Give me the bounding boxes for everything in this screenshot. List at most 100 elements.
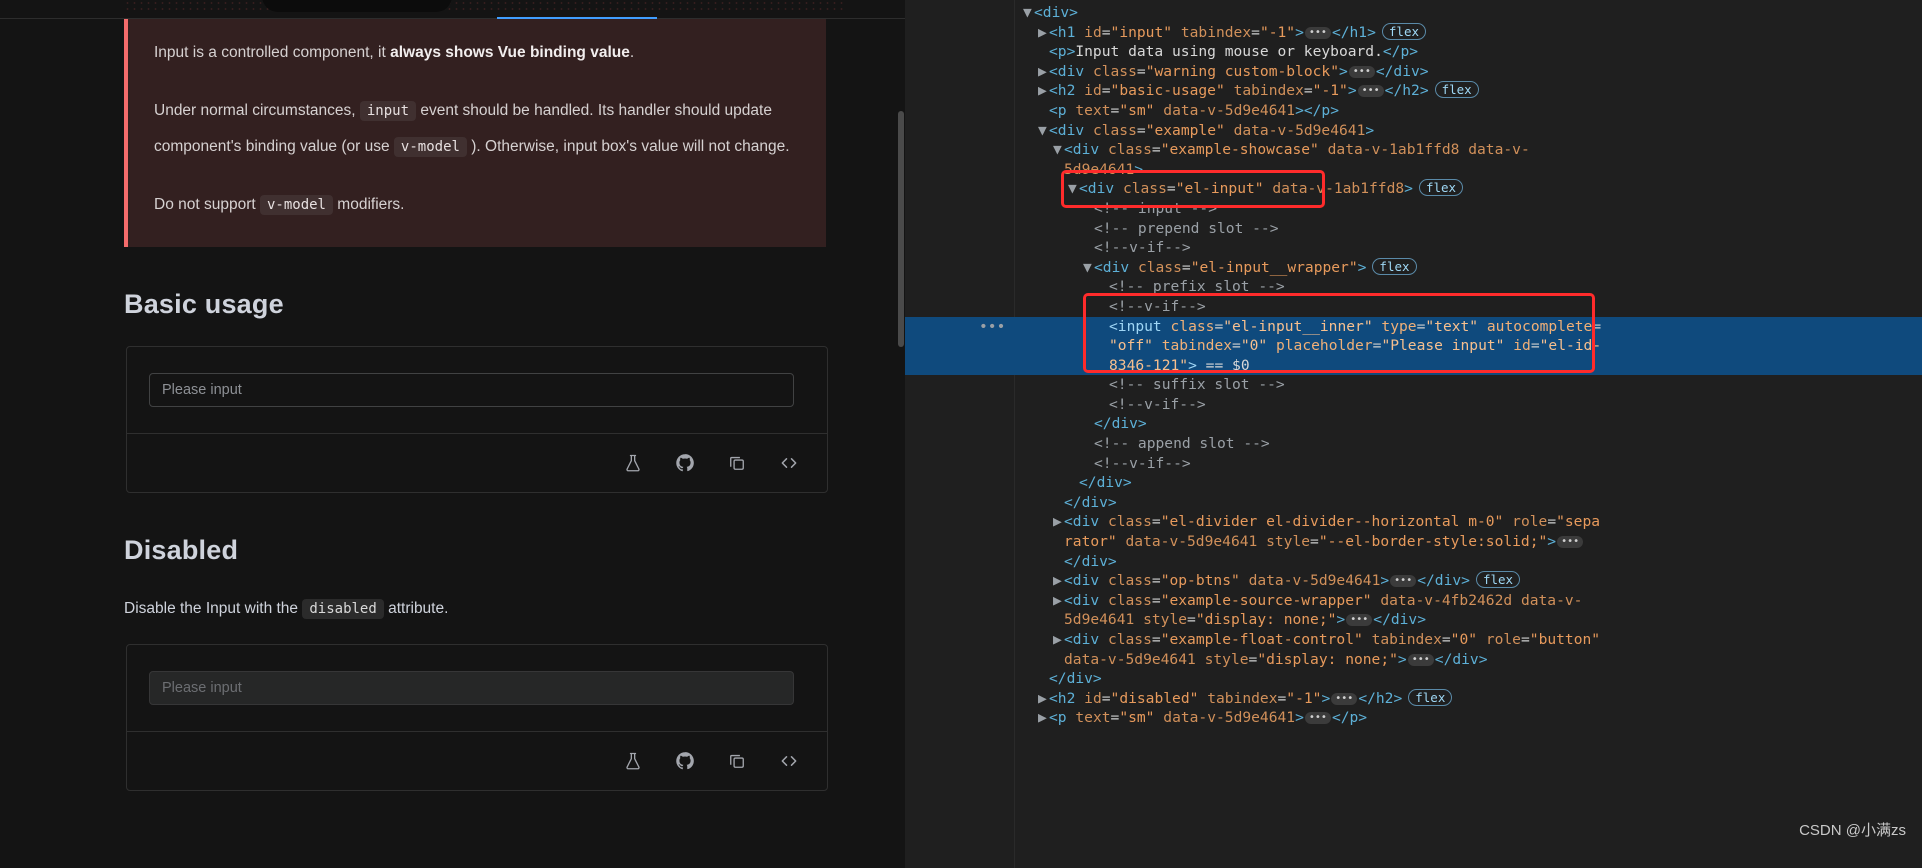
- github-icon[interactable]: [675, 453, 695, 473]
- page-scrollbar[interactable]: [897, 19, 905, 868]
- docs-content: Input is a controlled component, it alwa…: [0, 19, 905, 791]
- warning-paragraph-1: Input is a controlled component, it alwa…: [154, 35, 800, 71]
- flask-icon[interactable]: [623, 453, 643, 473]
- page-top-strip: [0, 0, 905, 18]
- dom-tree-row[interactable]: </div>: [905, 414, 1922, 434]
- disclosure-triangle-icon[interactable]: ▶: [1038, 62, 1049, 82]
- watermark-label: CSDN @小满zs: [1799, 822, 1906, 839]
- warning-paragraph-2: Under normal circumstances, input event …: [154, 93, 800, 165]
- dom-tree-row[interactable]: ▶ <h2 id="disabled" tabindex="-1"> ••• </h2…: [905, 688, 1922, 709]
- warning-text-3b: modifiers.: [333, 196, 405, 213]
- disclosure-triangle-icon[interactable]: ▶: [1038, 689, 1049, 709]
- dom-tree-row[interactable]: rator" data-v-5d9e4641 style="--el-borde…: [905, 532, 1922, 552]
- disclosure-triangle-icon[interactable]: ▶: [1053, 512, 1064, 532]
- dom-tree-row[interactable]: data-v-5d9e4641 style="display: none;"> •…: [905, 650, 1922, 670]
- expand-dots-icon[interactable]: •••: [979, 317, 1005, 337]
- devtools-elements-panel: ▼ <div> ▶ <h1 id="input" tabindex="-1"> ••• <…: [905, 0, 1922, 868]
- heading-disabled: Disabled: [124, 535, 239, 565]
- warning-text-3a: Do not support: [154, 196, 260, 213]
- dom-tree-row[interactable]: ▶ <div class="el-divider el-divider--hori…: [905, 512, 1922, 532]
- dom-tree-row[interactable]: ▼ <div class="example" data-v-5d9e4641>: [905, 121, 1922, 141]
- inline-code-disabled: disabled: [302, 599, 384, 619]
- example-card-basic-usage: Please input: [126, 346, 828, 493]
- disabled-input-placeholder: Please input: [162, 680, 242, 696]
- dom-tree-row[interactable]: <!--v-if-->: [905, 454, 1922, 474]
- dom-tree-row[interactable]: "off" tabindex="0" placeholder="Please i…: [905, 336, 1922, 356]
- dom-tree-row[interactable]: ▶ <h2 id="basic-usage" tabindex="-1"> ••• <…: [905, 81, 1922, 101]
- inline-code-vmodel: v-model: [393, 137, 467, 157]
- inline-code-vmodel-2: v-model: [259, 195, 333, 215]
- warning-custom-block: Input is a controlled component, it alwa…: [124, 19, 826, 247]
- dom-tree-row[interactable]: </div>: [905, 669, 1922, 689]
- dom-tree-row[interactable]: <!--v-if-->: [905, 395, 1922, 415]
- copy-icon[interactable]: [727, 453, 747, 473]
- disclosure-triangle-icon[interactable]: ▼: [1053, 140, 1064, 160]
- dom-tree-row[interactable]: ▼ <div class="el-input__wrapper"> flex: [905, 257, 1922, 278]
- op-btns-disabled: [127, 732, 827, 790]
- dom-tree-row[interactable]: ▶ <p text="sm" data-v-5d9e4641> ••• </p>: [905, 708, 1922, 728]
- dom-tree-row[interactable]: ▶ <div class="example-float-control" tabi…: [905, 630, 1922, 650]
- dom-tree-row[interactable]: <!--v-if-->: [905, 297, 1922, 317]
- flask-icon-disabled-example[interactable]: [623, 751, 643, 771]
- dom-tree-row[interactable]: 8346-121"> == $0: [905, 355, 1922, 376]
- dom-tree-row[interactable]: ▼ <div class="example-showcase" data-v-1a…: [905, 140, 1922, 160]
- dom-tree[interactable]: ▼ <div> ▶ <h1 id="input" tabindex="-1"> ••• <…: [905, 0, 1922, 868]
- dom-tree-row[interactable]: <!--v-if-->: [905, 238, 1922, 258]
- dom-tree-row[interactable]: ▶ <div class="example-source-wrapper" dat…: [905, 591, 1922, 611]
- warning-paragraph-3: Do not support v-model modifiers.: [154, 187, 800, 223]
- dom-tree-row[interactable]: <!-- suffix slot -->: [905, 375, 1922, 395]
- dom-tree-row[interactable]: ▶ <div class="warning custom-block"> ••• </…: [905, 62, 1922, 82]
- disabled-desc-a: Disable the Input with the: [124, 600, 303, 617]
- disclosure-triangle-icon[interactable]: ▶: [1038, 81, 1049, 101]
- disclosure-triangle-icon[interactable]: ▶: [1053, 630, 1064, 650]
- dom-tree-row[interactable]: <!-- append slot -->: [905, 434, 1922, 454]
- inline-code-input: input: [359, 101, 417, 121]
- op-btns-basic: [127, 434, 827, 492]
- warning-text-1a: Input is a controlled component, it: [154, 44, 391, 61]
- disabled-desc-b: attribute.: [383, 600, 449, 617]
- disclosure-triangle-icon[interactable]: ▼: [1068, 179, 1079, 199]
- dom-tree-row[interactable]: <p>Input data using mouse or keyboard.</…: [905, 42, 1922, 62]
- github-icon-disabled-example[interactable]: [675, 751, 695, 771]
- disclosure-triangle-icon[interactable]: ▶: [1038, 23, 1049, 43]
- dom-tree-row[interactable]: <!-- prepend slot -->: [905, 219, 1922, 239]
- dom-tree-row[interactable]: <!-- prefix slot -->: [905, 277, 1922, 297]
- basic-input-placeholder: Please input: [162, 382, 242, 398]
- page-top-pill: [262, 0, 452, 12]
- dom-tree-row[interactable]: ▶ <h1 id="input" tabindex="-1"> ••• </h1> fl…: [905, 22, 1922, 43]
- page-scrollbar-thumb[interactable]: [898, 111, 904, 347]
- screenshot-root: Input is a controlled component, it alwa…: [0, 0, 1922, 868]
- dom-tree-row[interactable]: </div>: [905, 552, 1922, 572]
- code-icon-disabled-example[interactable]: [779, 751, 799, 771]
- example-showcase-basic: Please input: [127, 347, 827, 433]
- disclosure-triangle-icon[interactable]: ▼: [1083, 258, 1094, 278]
- warning-text-2a: Under normal circumstances,: [154, 102, 360, 119]
- disclosure-triangle-icon[interactable]: ▼: [1023, 3, 1034, 23]
- disclosure-triangle-icon[interactable]: ▶: [1053, 591, 1064, 611]
- dom-tree-row[interactable]: 5d9e4641>: [905, 160, 1922, 180]
- dom-tree-row[interactable]: </div>: [905, 473, 1922, 493]
- decorative-dot-grid: [124, 0, 844, 14]
- dom-tree-row[interactable]: 5d9e4641 style="display: none;"> ••• </div…: [905, 610, 1922, 630]
- dom-tree-row[interactable]: </div>: [905, 493, 1922, 513]
- basic-input-field[interactable]: Please input: [149, 373, 794, 407]
- warning-text-2c: ). Otherwise, input box's value will not…: [466, 138, 790, 155]
- disabled-description: Disable the Input with the disabled attr…: [124, 599, 905, 619]
- example-showcase-disabled: Please input: [127, 645, 827, 731]
- dom-tree-row[interactable]: <!-- input -->: [905, 199, 1922, 219]
- warning-text-1b: always shows Vue binding value: [390, 44, 630, 61]
- dom-tree-row[interactable]: ▶ <div class="op-btns" data-v-5d9e4641> ••…: [905, 571, 1922, 591]
- warning-text-1c: .: [629, 44, 635, 61]
- dom-tree-row[interactable]: ••• <input class="el-input__inner" type="…: [905, 316, 1922, 337]
- dom-tree-row[interactable]: ▼ <div>: [905, 3, 1922, 23]
- heading-basic-usage: Basic usage: [124, 289, 284, 319]
- dom-tree-row[interactable]: <p text="sm" data-v-5d9e4641></p>: [905, 101, 1922, 121]
- disabled-input-field[interactable]: Please input: [149, 671, 794, 705]
- example-card-disabled: Please input: [126, 644, 828, 791]
- disclosure-triangle-icon[interactable]: ▶: [1053, 571, 1064, 591]
- code-icon[interactable]: [779, 453, 799, 473]
- disclosure-triangle-icon[interactable]: ▼: [1038, 121, 1049, 141]
- copy-icon-disabled-example[interactable]: [727, 751, 747, 771]
- dom-tree-row[interactable]: ▼ <div class="el-input" data-v-1ab1ffd8> f…: [905, 179, 1922, 199]
- disclosure-triangle-icon[interactable]: ▶: [1038, 708, 1049, 728]
